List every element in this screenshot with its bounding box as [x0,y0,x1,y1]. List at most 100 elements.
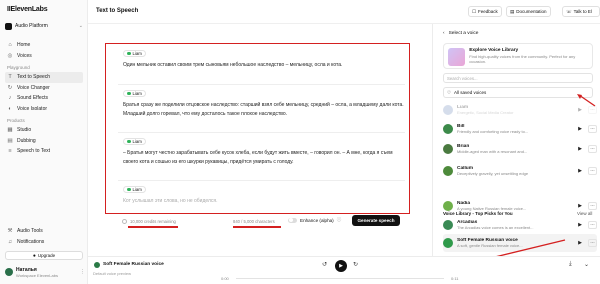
upgrade-label: Upgrade [37,253,56,258]
voice-avatar [443,144,453,154]
chars-underline [233,226,281,228]
heart-icon: ♡ [447,89,452,95]
sidebar-item-text-to-speech[interactable]: T Text to Speech [5,72,83,83]
book-icon: ▤ [510,8,515,14]
nav-bottom: ⚒ Audio Tools ♫ Notifications [5,226,83,247]
upgrade-button[interactable]: ● Upgrade [5,251,83,260]
documentation-button[interactable]: ▤ Documentation [506,6,551,17]
sidebar-item-voices[interactable]: ◎ Voices [5,51,83,62]
more-icon[interactable]: ⋯ [588,106,597,114]
workspace-switcher[interactable]: Audio Platform ⌄ [5,20,83,32]
search-input[interactable]: Search voices... [443,73,593,83]
voice-chip-label: Liam [132,187,142,192]
enhance-toggle[interactable]: Enhance (alpha) ⓘ [288,217,341,223]
brand-logo[interactable]: IIElevenLabs [7,6,48,13]
library-thumbnail [448,48,466,66]
credits-icon [122,219,127,224]
talk-label: Talk to El [573,9,592,14]
more-icon[interactable]: ⋯ [588,239,597,247]
bell-icon: ♫ [7,238,13,245]
saved-filter-label: All saved voices [454,90,487,95]
more-icon[interactable]: ⋯ [588,145,597,153]
sidebar-item-voice-changer[interactable]: ↻ Voice Changer [5,83,83,94]
sidebar-item-sound-effects[interactable]: ♪ Sound Effects [5,93,83,104]
search-placeholder: Search voices... [447,75,478,81]
sidebar-item-dubbing[interactable]: ▤ Dubbing [5,136,83,147]
more-icon[interactable]: ⋯ [588,202,597,210]
text-block-content[interactable]: – Братья могут честно зарабатывать себе … [123,149,405,166]
voice-isolator-icon: ◐ [8,105,12,112]
voice-chip[interactable]: Liam [123,186,146,193]
voice-avatar [443,124,453,134]
voice-row[interactable]: Brian Middle-aged man with a resonant and… [443,140,597,158]
block-divider [118,132,405,133]
voice-desc: A young Native Russian female voice... [457,206,527,211]
player-subtitle: Default voice preview [93,271,132,276]
play-icon[interactable]: ▶ [576,125,584,133]
progress-track[interactable] [236,278,444,279]
voice-row[interactable]: Callum Deceptively gravelly, yet unsettli… [443,162,597,180]
player-title: Soft Female Russian voice [103,262,164,267]
more-icon[interactable]: ⋯ [588,221,597,229]
sidebar-item-notifications[interactable]: ♫ Notifications [5,237,83,248]
download-icon[interactable]: ⤓ [569,261,572,268]
more-icon[interactable]: ⋯ [588,125,597,133]
sidebar-item-studio[interactable]: ▦ Studio [5,125,83,136]
sidebar-item-voice-isolator[interactable]: ◐ Voice Isolator [5,104,83,115]
play-icon[interactable]: ▶ [576,145,584,153]
voice-dot-icon [127,51,131,56]
voice-row[interactable]: Nadia A young Native Russian female voice… [443,197,597,215]
sidebar-item-label: Studio [17,127,32,134]
character-count: 840 / 5,000 characters [233,219,275,224]
voice-desc: Friendly and comforting voice ready to..… [457,129,529,134]
play-button[interactable]: ▶ [335,260,347,272]
rewind-icon[interactable]: ↺ [322,261,327,268]
home-icon: ⌂ [8,42,12,49]
play-icon[interactable]: ▶ [576,202,584,210]
text-block-content[interactable]: Один мельник оставил своим трем сыновьям… [123,61,405,70]
sidebar-item-speech-to-text[interactable]: ≡ Speech to Text [5,146,83,157]
time-start: 0:00 [221,276,229,281]
voice-avatar [443,166,453,176]
voice-chip[interactable]: Liam [123,90,146,97]
voice-library-card[interactable]: Explore Voice Library Find high-quality … [443,43,593,69]
saved-voices-filter[interactable]: ♡ All saved voices [443,87,593,98]
forward-icon[interactable]: ↻ [353,261,358,268]
talk-button[interactable]: ☏ Talk to El [562,6,600,17]
voice-desc: Deceptively gravelly, yet unsettling edg… [457,171,529,176]
voice-panel: ‹ Select a voice Explore Voice Library F… [432,24,600,256]
speech-to-text-icon: ≡ [8,148,12,155]
feedback-label: Feedback [478,9,498,14]
sidebar-item-audio-tools[interactable]: ⚒ Audio Tools [5,226,83,237]
feedback-button[interactable]: ☐ Feedback [468,6,502,17]
sidebar-item-home[interactable]: ⌂ Home [5,40,83,51]
generate-speech-button[interactable]: Generate speech [352,215,400,226]
sidebar: IIElevenLabs Audio Platform ⌄ ⌂ Home ◎ V… [0,0,88,284]
voice-chip[interactable]: Liam [123,138,146,145]
voice-changer-icon: ↻ [7,84,13,91]
workspace-name: Audio Platform [15,23,48,29]
text-block[interactable]: Liam – Братья могут честно зарабатывать … [123,138,405,166]
nav-top: ⌂ Home ◎ Voices Playground T Text to Spe… [5,40,83,157]
section-playground: Playground [7,65,30,70]
text-block-content[interactable]: Кот услышал эти слова, но не обиделся. [123,197,405,206]
voices-icon: ◎ [7,52,13,59]
text-block[interactable]: Liam Кот услышал эти слова, но не обидел… [123,186,405,206]
voice-row[interactable]: Liam Energetic, Social Media Creator ▶ ⋯ [443,101,597,119]
studio-icon: ▦ [7,127,13,134]
user-profile[interactable]: Наталья Workspace ElevenLabs ⋮ [5,264,85,280]
chevron-down-icon[interactable]: ⌄ [584,261,589,268]
text-block[interactable]: Liam Братья сразу же поделили отцовское … [123,90,405,118]
more-icon[interactable]: ⋯ [588,167,597,175]
play-icon[interactable]: ▶ [576,106,584,114]
play-icon[interactable]: ▶ [576,167,584,175]
voice-row[interactable]: Bill Friendly and comforting voice ready … [443,120,597,138]
text-block-content[interactable]: Братья сразу же поделили отцовское насле… [123,101,405,118]
top-bar: Text to Speech ☐ Feedback ▤ Documentatio… [88,0,600,24]
voice-chip[interactable]: Liam [123,50,146,57]
text-block[interactable]: Liam Один мельник оставил своим трем сын… [123,50,405,70]
select-voice-header[interactable]: ‹ Select a voice [443,31,478,36]
sidebar-item-label: Voice Changer [17,84,50,91]
toggle-switch[interactable] [288,217,297,223]
documentation-label: Documentation [516,9,547,14]
